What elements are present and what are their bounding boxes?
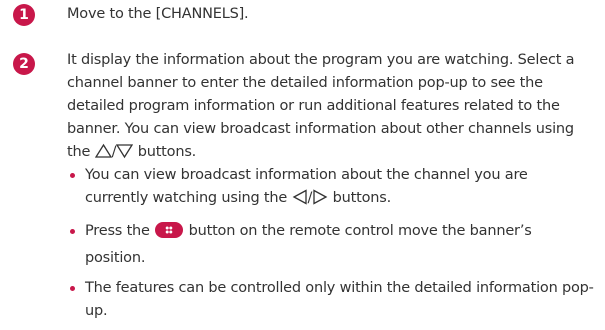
step-2-bullet-list: You can view broadcast information about… bbox=[70, 164, 595, 330]
step-1-number: 1 bbox=[19, 7, 29, 23]
wheel-ok-button-icon bbox=[154, 221, 184, 247]
step-2-number: 2 bbox=[19, 56, 29, 72]
step-2-number-badge: 2 bbox=[13, 53, 35, 75]
step-1-number-badge: 1 bbox=[13, 4, 35, 26]
bullet-dot-icon bbox=[70, 173, 75, 178]
right-triangle-icon bbox=[312, 189, 328, 213]
bullet-2-text-before: Press the bbox=[85, 223, 155, 239]
bullet-item-2: Press the button on the remote control m… bbox=[70, 220, 595, 270]
bullet-1-text-after: buttons. bbox=[328, 190, 392, 206]
step-2-text: It display the information about the pro… bbox=[67, 49, 597, 167]
bullet-dot-icon bbox=[70, 229, 75, 234]
bullet-item-3: The features can be controlled only with… bbox=[70, 277, 595, 323]
bullet-item-1: You can view broadcast information about… bbox=[70, 164, 595, 213]
bullet-3-text: The features can be controlled only with… bbox=[85, 280, 594, 319]
left-triangle-icon bbox=[292, 189, 308, 213]
step-2-text-after: buttons. bbox=[133, 144, 197, 160]
step-1-text: Move to the [CHANNELS]. bbox=[67, 6, 249, 22]
document-page: 1 Move to the [CHANNELS]. 2 It display t… bbox=[0, 0, 605, 329]
bullet-dot-icon bbox=[70, 286, 75, 291]
